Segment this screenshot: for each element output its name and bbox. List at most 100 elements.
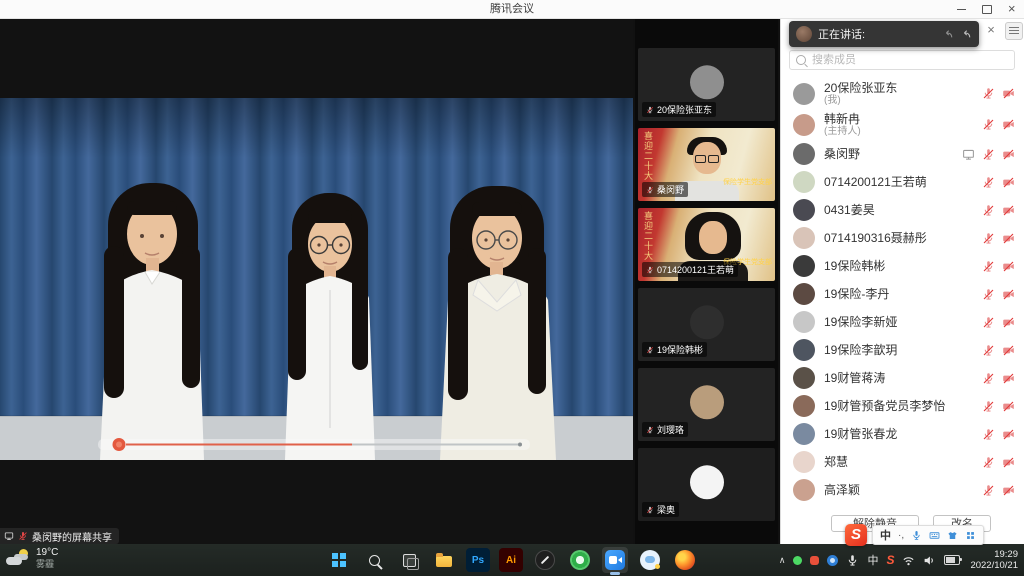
mic-muted-icon[interactable] [982, 204, 995, 217]
tray-speaker-icon[interactable] [923, 554, 936, 567]
mic-muted-icon[interactable] [982, 118, 995, 131]
thumbnail-name: 19保险韩彬 [657, 343, 703, 356]
sogou-logo-icon[interactable]: S [845, 524, 867, 546]
member-row[interactable]: 19保险李歆玥 [781, 336, 1024, 364]
camera-off-icon[interactable] [1002, 260, 1015, 273]
reply-arrow-icon[interactable] [942, 28, 954, 40]
member-name: 19财管蒋涛 [824, 371, 982, 385]
mic-muted-icon[interactable] [982, 176, 995, 189]
video-thumbnail[interactable]: 喜迎二十大 保险学生党支部 0714200121王若萌 [638, 208, 775, 281]
camera-off-icon[interactable] [1002, 118, 1015, 131]
taskbar-icon-start[interactable] [326, 547, 352, 573]
mic-muted-icon[interactable] [982, 288, 995, 301]
ime-keyboard-icon[interactable] [929, 530, 940, 541]
camera-off-icon[interactable] [1002, 400, 1015, 413]
camera-off-icon[interactable] [1002, 372, 1015, 385]
taskbar-icon-pen-app[interactable] [532, 547, 558, 573]
member-row[interactable]: 19财管蒋涛 [781, 364, 1024, 392]
camera-off-icon[interactable] [1002, 456, 1015, 469]
tray-mic-icon[interactable] [846, 554, 859, 567]
member-avatar [793, 283, 815, 305]
member-row[interactable]: 19保险-李丹 [781, 280, 1024, 308]
taskbar-icon-chat-app[interactable] [637, 547, 663, 573]
taskbar-icon-green-app[interactable] [567, 547, 593, 573]
weather-widget[interactable]: 19°C 雾霾 [6, 547, 58, 569]
ime-toolbox-icon[interactable] [965, 530, 976, 541]
mic-muted-icon[interactable] [982, 428, 995, 441]
taskbar-clock[interactable]: 19:29 2022/10/21 [970, 549, 1018, 571]
search-input[interactable] [810, 53, 1008, 67]
member-row[interactable]: 19保险李新娅 [781, 308, 1024, 336]
hamburger-menu-icon[interactable] [1005, 22, 1023, 40]
camera-off-icon[interactable] [1002, 148, 1015, 161]
shared-screen-video[interactable] [0, 98, 633, 460]
video-thumbnail[interactable]: 刘璎珞 [638, 368, 775, 441]
member-row[interactable]: 0431姜昊 [781, 196, 1024, 224]
camera-off-icon[interactable] [1002, 87, 1015, 100]
screen-share-banner[interactable]: 桑闵野的屏幕共享 [0, 528, 119, 544]
camera-off-icon[interactable] [1002, 316, 1015, 329]
taskbar-icon-file-explorer[interactable] [431, 547, 457, 573]
member-row[interactable]: 0714200121王若萌 [781, 168, 1024, 196]
tray-ime-mode-icon[interactable]: 中 [867, 552, 878, 568]
member-name: 19财管张春龙 [824, 427, 982, 441]
tray-red-dot-icon[interactable] [810, 556, 819, 565]
member-row[interactable]: 韩新冉 (主持人) [781, 109, 1024, 140]
mic-muted-icon[interactable] [982, 400, 995, 413]
member-search-box[interactable] [789, 50, 1015, 70]
camera-off-icon[interactable] [1002, 288, 1015, 301]
video-thumbnail[interactable]: 20保险张亚东 [638, 48, 775, 121]
taskbar-icon-task-view[interactable] [396, 547, 422, 573]
ime-punctuation-toggle[interactable]: ·, [898, 530, 904, 541]
mic-muted-icon[interactable] [982, 456, 995, 469]
member-row[interactable]: 19保险韩彬 [781, 252, 1024, 280]
mic-muted-icon[interactable] [982, 344, 995, 357]
panel-close-icon[interactable] [983, 18, 999, 42]
mic-muted-icon[interactable] [982, 87, 995, 100]
reply-arrow-icon[interactable] [960, 28, 972, 40]
camera-off-icon[interactable] [1002, 204, 1015, 217]
taskbar-icon-photoshop[interactable]: Ps [466, 548, 490, 572]
tray-blue-swirl-icon[interactable] [827, 555, 838, 566]
member-row[interactable]: 19财管预备党员李梦怡 [781, 392, 1024, 420]
mic-muted-icon[interactable] [982, 484, 995, 497]
mic-muted-icon[interactable] [982, 232, 995, 245]
member-name: 19保险李歆玥 [824, 343, 982, 357]
mic-muted-icon[interactable] [982, 260, 995, 273]
taskbar-icon-illustrator[interactable]: Ai [499, 548, 523, 572]
tray-chevron-up-icon[interactable]: ∧ [779, 555, 786, 566]
video-thumbnail[interactable]: 19保险韩彬 [638, 288, 775, 361]
camera-off-icon[interactable] [1002, 344, 1015, 357]
camera-off-icon[interactable] [1002, 232, 1015, 245]
ime-voice-icon[interactable] [911, 530, 922, 541]
taskbar-icon-firefox[interactable] [672, 547, 698, 573]
tray-green-dot-icon[interactable] [793, 556, 802, 565]
member-avatar [793, 143, 815, 165]
close-button[interactable] [999, 0, 1024, 18]
taskbar-icon-search[interactable] [361, 547, 387, 573]
ime-skin-icon[interactable] [947, 530, 958, 541]
member-row[interactable]: 郑慧 [781, 448, 1024, 476]
mic-muted-icon[interactable] [982, 372, 995, 385]
camera-off-icon[interactable] [1002, 428, 1015, 441]
taskbar-icon-tencent-meeting[interactable] [602, 547, 628, 573]
tray-wifi-icon[interactable] [902, 554, 915, 567]
member-avatar [793, 83, 815, 105]
mic-muted-icon [646, 346, 654, 354]
tray-sogou-icon[interactable]: S [886, 553, 894, 567]
member-row[interactable]: 0714190316聂赫彤 [781, 224, 1024, 252]
member-row[interactable]: 20保险张亚东 (我) [781, 78, 1024, 109]
maximize-button[interactable] [974, 0, 999, 18]
camera-off-icon[interactable] [1002, 484, 1015, 497]
mic-muted-icon[interactable] [982, 316, 995, 329]
video-thumbnail[interactable]: 喜迎二十大 保险学生党支部 桑闵野 [638, 128, 775, 201]
minimize-button[interactable] [949, 0, 974, 18]
member-row[interactable]: 高泽颖 [781, 476, 1024, 504]
tray-battery-icon[interactable] [944, 555, 960, 565]
camera-off-icon[interactable] [1002, 176, 1015, 189]
member-row[interactable]: 19财管张春龙 [781, 420, 1024, 448]
ime-mode-toggle[interactable]: 中 [880, 527, 891, 543]
mic-muted-icon[interactable] [982, 148, 995, 161]
video-thumbnail[interactable]: 梁奥 [638, 448, 775, 521]
member-row[interactable]: 桑闵野 [781, 140, 1024, 168]
